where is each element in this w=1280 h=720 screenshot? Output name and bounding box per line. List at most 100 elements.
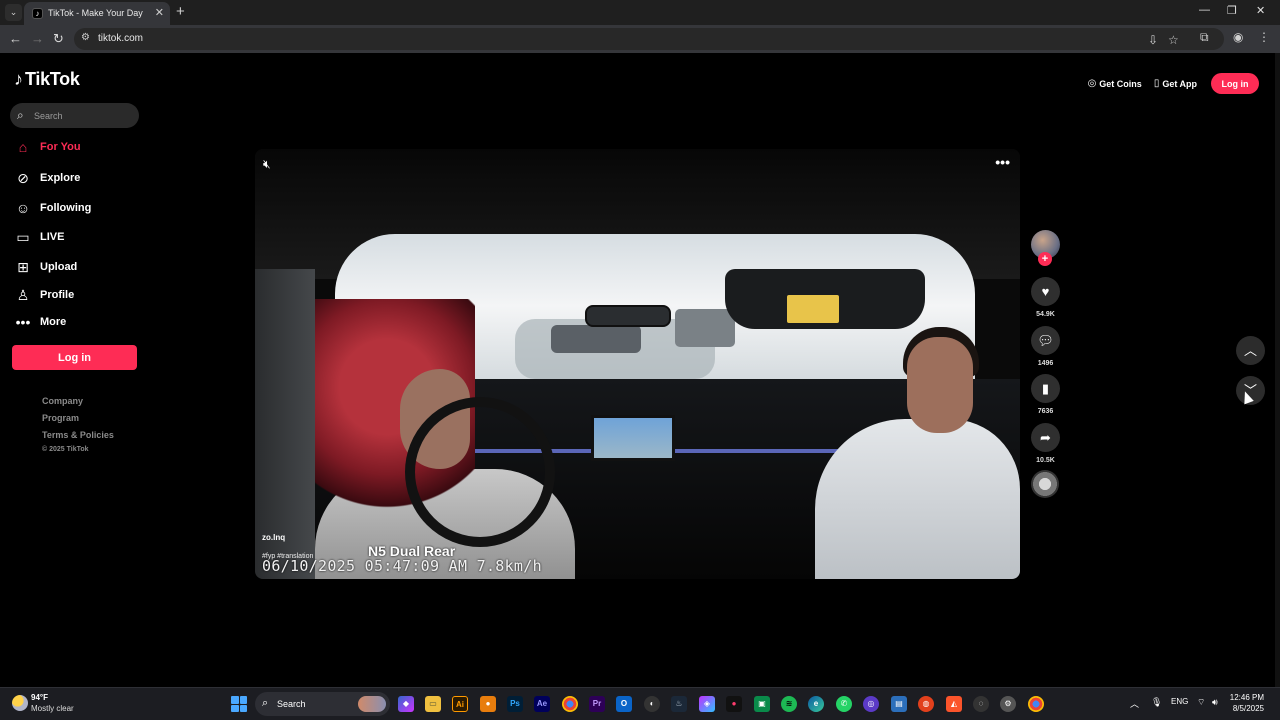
photoshop-icon[interactable]: Ps xyxy=(507,696,523,712)
brave-icon[interactable]: ◭ xyxy=(946,696,962,712)
previous-video-button[interactable]: ︿ xyxy=(1236,336,1265,365)
nav-upload[interactable]: ⊞ Upload xyxy=(14,256,77,278)
footer-link-terms[interactable]: Terms & Policies xyxy=(42,430,114,440)
like-button[interactable]: ♥ xyxy=(1031,277,1060,306)
chrome-icon[interactable] xyxy=(562,696,578,712)
nav-following[interactable]: ☺ Following xyxy=(14,197,91,219)
muted-speaker-icon[interactable]: 🔇︎ xyxy=(263,157,271,172)
nav-label: For You xyxy=(40,141,81,153)
search-icon[interactable]: ⌕ xyxy=(17,108,24,123)
share-button[interactable]: ➦ xyxy=(1031,423,1060,452)
whatsapp-icon[interactable]: ✆ xyxy=(836,696,852,712)
browser-menu-icon[interactable]: ⋮ xyxy=(1258,30,1270,44)
new-tab-icon[interactable]: + xyxy=(176,3,185,20)
site-info-icon[interactable]: ⚙ xyxy=(81,32,90,43)
app-icon[interactable]: ◈ xyxy=(699,696,715,712)
maximize-icon[interactable]: ❐ xyxy=(1227,4,1237,17)
logo-text: TikTok xyxy=(25,69,80,89)
phone-icon: ▯ xyxy=(1153,78,1160,89)
get-coins-link[interactable]: ◎ Get Coins xyxy=(1085,78,1145,89)
browser-app-icon[interactable]: ◐ xyxy=(644,696,660,712)
spotify-icon[interactable]: ≋ xyxy=(781,696,797,712)
footer-link-company[interactable]: Company xyxy=(42,396,83,406)
tiktok-favicon-icon: ♪ xyxy=(32,8,43,19)
nav-more[interactable]: ••• More xyxy=(14,311,67,333)
address-bar[interactable]: ⚙ tiktok.com ⇩ ☆ xyxy=(74,28,1224,50)
premiere-icon[interactable]: Pr xyxy=(589,696,605,712)
tiktok-logo[interactable]: ♪ TikTok xyxy=(14,69,80,90)
nav-label: More xyxy=(40,316,67,328)
nav-profile[interactable]: ♙ Profile xyxy=(14,284,75,306)
app-icon[interactable]: ▤ xyxy=(891,696,907,712)
outlook-icon[interactable]: O xyxy=(616,696,632,712)
minimize-icon[interactable]: — xyxy=(1199,4,1210,16)
window-close-icon[interactable]: ✕ xyxy=(1256,4,1265,17)
nav-live[interactable]: ▭ LIVE xyxy=(14,226,64,248)
header-login-button[interactable]: Log in xyxy=(1211,73,1259,94)
more-icon: ••• xyxy=(15,314,31,330)
edge-icon[interactable]: e xyxy=(808,696,824,712)
weather-icon[interactable] xyxy=(12,695,28,711)
app-icon[interactable]: ● xyxy=(726,696,742,712)
file-explorer-icon[interactable]: ▭ xyxy=(425,696,441,712)
system-clock[interactable]: 12:46 PM 8/5/2025 xyxy=(1230,692,1264,714)
comment-count: 1496 xyxy=(1037,360,1054,367)
nav-for-you[interactable]: ⌂ For You xyxy=(14,136,81,158)
language-indicator[interactable]: ENG xyxy=(1171,697,1188,706)
extensions-icon[interactable]: ⧉ xyxy=(1200,30,1209,45)
save-button[interactable]: ▮ xyxy=(1031,374,1060,403)
bookmark-icon: ▮ xyxy=(1041,381,1050,396)
install-app-icon[interactable]: ⇩ xyxy=(1148,33,1158,47)
nav-explore[interactable]: ⊘ Explore xyxy=(14,167,80,189)
video-more-icon[interactable]: ••• xyxy=(995,154,1010,170)
taskbar-search-label: Search xyxy=(277,699,306,709)
blender-icon[interactable]: ● xyxy=(480,696,496,712)
video-frame-steering-wheel xyxy=(405,397,555,547)
after-effects-icon[interactable]: Ae xyxy=(534,696,550,712)
app-icon[interactable]: ◎ xyxy=(863,696,879,712)
reload-icon[interactable]: ↻ xyxy=(53,31,64,47)
footer-link-program[interactable]: Program xyxy=(42,413,79,423)
sound-disc-icon[interactable] xyxy=(1031,470,1059,498)
back-icon[interactable]: ← xyxy=(9,31,22,46)
video-frame-mirror xyxy=(585,305,671,327)
app-icon[interactable]: ▣ xyxy=(754,696,770,712)
browser-tab[interactable]: ♪ TikTok - Make Your Day ✕ xyxy=(24,2,170,25)
copilot-icon[interactable]: ◆ xyxy=(398,696,414,712)
bookmark-star-icon[interactable]: ☆ xyxy=(1168,33,1179,47)
microphone-icon[interactable]: 🎙︎ xyxy=(1151,697,1162,708)
video-frame-passenger-face xyxy=(907,337,973,433)
comment-button[interactable]: 💬︎ xyxy=(1031,326,1060,355)
tray-overflow-icon[interactable]: ︿ xyxy=(1130,697,1139,710)
app-icon[interactable]: ◌ xyxy=(973,696,989,712)
video-author[interactable]: zo.lnq xyxy=(262,533,285,542)
app-icon[interactable]: ◍ xyxy=(918,696,934,712)
illustrator-icon[interactable]: Ai xyxy=(452,696,468,712)
settings-icon[interactable]: ⚙ xyxy=(1000,696,1016,712)
tab-close-icon[interactable]: ✕ xyxy=(155,6,164,19)
page-scrollbar[interactable] xyxy=(1275,53,1280,687)
url-text: tiktok.com xyxy=(98,33,144,44)
wifi-icon[interactable]: ⌔ xyxy=(1197,697,1205,708)
weather-description[interactable]: Mostly clear xyxy=(31,704,74,713)
volume-icon[interactable]: 🔊︎ xyxy=(1212,697,1218,708)
follow-plus-icon[interactable]: + xyxy=(1038,252,1052,266)
get-app-link[interactable]: ▯ Get App xyxy=(1151,78,1200,89)
browser-toolbar: ← → ↻ ⚙ tiktok.com ⇩ ☆ ⧉ ◉ ⋮ xyxy=(0,25,1280,53)
get-app-label: Get App xyxy=(1162,78,1197,89)
start-menu-icon[interactable] xyxy=(231,696,247,712)
upload-icon: ⊞ xyxy=(17,258,29,275)
tab-search-button[interactable]: ⌄ xyxy=(5,4,22,21)
forward-icon[interactable]: → xyxy=(31,31,44,46)
chrome-active-icon[interactable] xyxy=(1028,696,1044,712)
share-arrow-icon: ➦ xyxy=(1040,430,1051,445)
search-input[interactable] xyxy=(34,107,134,124)
like-count: 54.9K xyxy=(1036,311,1055,318)
taskbar-search[interactable]: ⌕ Search xyxy=(255,692,390,716)
video-player[interactable]: 🔇︎ ••• N5 Dual Rear zo.lnq #fyp #transla… xyxy=(255,149,1020,579)
heart-icon: ♥ xyxy=(1041,284,1050,299)
profile-icon[interactable]: ◉ xyxy=(1233,30,1243,44)
steam-icon[interactable]: ♨ xyxy=(671,696,687,712)
sidebar-login-button[interactable]: Log in xyxy=(12,345,137,370)
weather-temperature[interactable]: 94°F xyxy=(31,693,48,702)
